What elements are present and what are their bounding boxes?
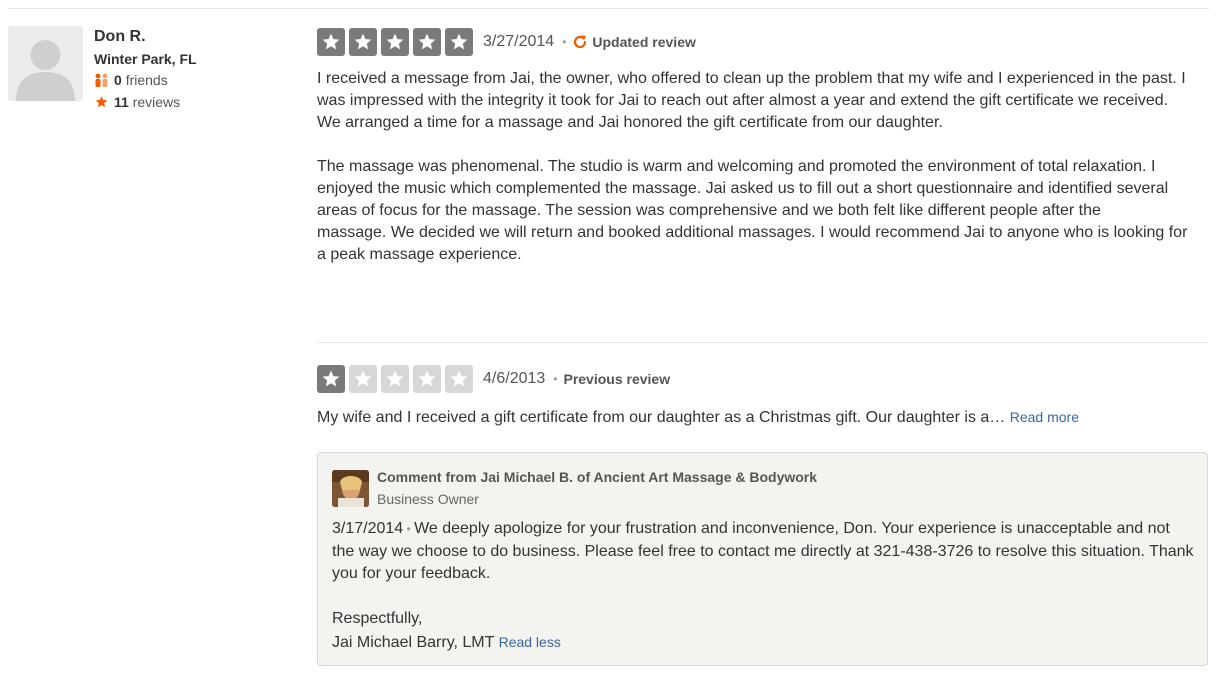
star-icon xyxy=(317,365,345,393)
friends-count: 0 xyxy=(114,72,122,88)
comment-body: 3/17/2014 • We deeply apologize for your… xyxy=(332,518,1194,654)
separator-dot: • xyxy=(403,522,415,536)
comment-text: We deeply apologize for your frustration… xyxy=(332,520,1194,651)
top-divider xyxy=(8,8,1209,9)
updated-review: 3/27/2014 • Updated review I received a … xyxy=(317,27,1193,266)
friends-label: friends xyxy=(125,72,168,88)
previous-review: 4/6/2013 • Previous review My wife and I… xyxy=(317,364,1193,429)
star-icon xyxy=(349,365,377,393)
reviews-count: 11 xyxy=(114,94,129,110)
user-location: Winter Park, FL xyxy=(94,51,197,67)
owner-comment: Comment from Jai Michael B. of Ancient A… xyxy=(317,452,1208,666)
star-icon xyxy=(413,365,441,393)
user-name[interactable]: Don R. xyxy=(94,26,197,48)
review-excerpt: My wife and I received a gift certificat… xyxy=(317,409,1006,426)
updated-review-tag[interactable]: Updated review xyxy=(572,34,696,50)
owner-photo[interactable] xyxy=(332,470,369,507)
user-avatar[interactable] xyxy=(8,26,83,101)
read-less-link[interactable]: Read less xyxy=(499,634,561,650)
read-more-link[interactable]: Read more xyxy=(1010,409,1079,425)
user-info: Don R. Winter Park, FL 0 friends 11 revi… xyxy=(94,26,197,113)
comment-date: 3/17/2014 xyxy=(332,520,404,537)
review-text: I received a message from Jai, the owner… xyxy=(317,70,1188,263)
review-date: 3/27/2014 xyxy=(483,33,555,50)
owner-role: Business Owner xyxy=(377,491,479,507)
star-icon xyxy=(381,365,409,393)
star-icon xyxy=(413,28,441,56)
previous-review-tag[interactable]: Previous review xyxy=(563,371,670,387)
comment-title: Comment from Jai Michael B. of Ancient A… xyxy=(377,469,818,485)
refresh-icon xyxy=(574,35,587,49)
reviews-label: reviews xyxy=(132,94,181,110)
star-icon xyxy=(445,28,473,56)
review-divider xyxy=(317,342,1208,343)
separator-dot: • xyxy=(553,372,558,386)
avatar-placeholder-icon xyxy=(16,40,75,101)
friends-icon xyxy=(94,73,109,87)
star-icon xyxy=(381,28,409,56)
separator-dot: • xyxy=(562,35,567,49)
star-rating xyxy=(317,365,473,393)
star-icon xyxy=(349,28,377,56)
reviews-stat: 11 reviews xyxy=(94,91,197,113)
review-date: 4/6/2013 xyxy=(483,370,546,387)
review-header: 4/6/2013 • Previous review xyxy=(317,364,1193,394)
star-icon xyxy=(445,365,473,393)
review-header: 3/27/2014 • Updated review xyxy=(317,27,1193,57)
star-icon xyxy=(317,28,345,56)
star-rating xyxy=(317,28,473,56)
review-text: My wife and I received a gift certificat… xyxy=(317,406,1193,429)
updated-review-label: Updated review xyxy=(592,34,696,50)
friends-stat: 0 friends xyxy=(94,69,197,91)
star-icon xyxy=(94,95,109,109)
